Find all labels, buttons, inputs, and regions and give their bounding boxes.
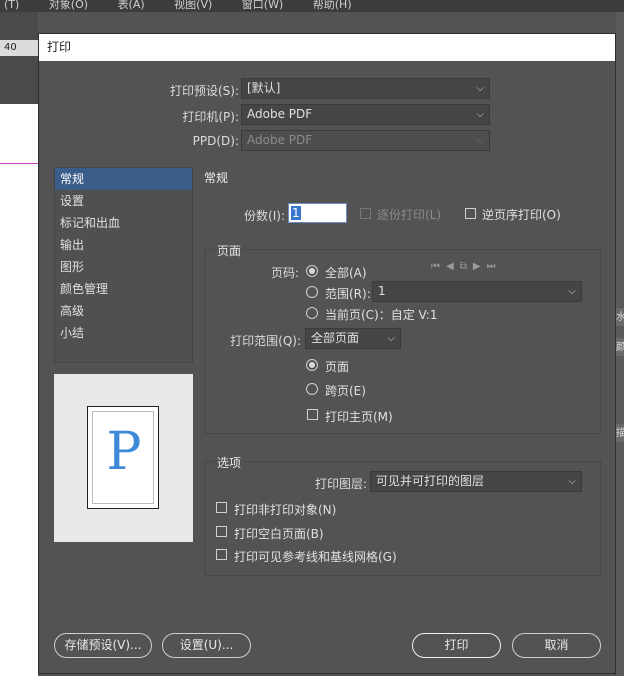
pages-option-radio[interactable] xyxy=(306,359,318,371)
menu-item[interactable]: (T) xyxy=(4,0,19,11)
menu-item-object[interactable]: 对象(O) xyxy=(49,0,88,11)
chevron-down-icon: ⌵ xyxy=(568,476,576,487)
preset-value: [默认] xyxy=(247,81,281,95)
category-graphics[interactable]: 图形 xyxy=(55,256,192,278)
menu-item-help[interactable]: 帮助(H) xyxy=(313,0,352,11)
category-summary[interactable]: 小结 xyxy=(55,322,192,344)
collate-checkbox xyxy=(360,208,371,219)
print-master-pages-checkbox[interactable] xyxy=(307,409,318,420)
copies-label: 份数(I): xyxy=(244,209,285,223)
next-page-icon[interactable]: ▶ xyxy=(473,261,487,272)
cancel-button[interactable]: 取消 xyxy=(512,633,601,658)
spread-icon[interactable]: ⧉ xyxy=(460,261,473,272)
preview-margin: P xyxy=(92,411,154,504)
category-general[interactable]: 常规 xyxy=(55,168,192,190)
print-guides-checkbox[interactable] xyxy=(216,549,227,560)
print-guides-label: 打印可见参考线和基线网格(G) xyxy=(234,550,397,564)
all-pages-radio[interactable] xyxy=(306,265,318,277)
chevron-down-icon: ⌵ xyxy=(476,135,484,146)
copies-value: 1 xyxy=(291,206,301,220)
preset-select[interactable]: [默认] ⌵ xyxy=(241,78,490,99)
reverse-order-checkbox[interactable] xyxy=(465,208,476,219)
print-range-select[interactable]: 全部页面 ⌵ xyxy=(305,328,401,349)
category-advanced[interactable]: 高级 xyxy=(55,300,192,322)
print-button[interactable]: 打印 xyxy=(412,633,501,658)
spreads-option-radio[interactable] xyxy=(306,383,318,395)
collate-label: 逐份打印(L) xyxy=(377,208,442,222)
category-output[interactable]: 输出 xyxy=(55,234,192,256)
print-layers-label: 打印图层: xyxy=(314,477,367,491)
pages-group-title: 页面 xyxy=(214,242,245,259)
current-page-radio[interactable] xyxy=(306,307,318,319)
category-list: 常规 设置 标记和出血 输出 图形 颜色管理 高级 小结 xyxy=(54,167,193,363)
print-range-label: 打印范围(Q): xyxy=(230,334,301,348)
dialog-title: 打印 xyxy=(39,34,615,61)
category-color-management[interactable]: 颜色管理 xyxy=(55,278,192,300)
save-preset-button[interactable]: 存储预设(V)... xyxy=(54,633,152,658)
last-page-icon[interactable]: ⏭ xyxy=(487,261,502,272)
preview-page: P xyxy=(87,406,159,509)
menu-item-table[interactable]: 表(A) xyxy=(118,0,145,11)
ppd-label: PPD(D): xyxy=(192,134,239,148)
ruler: 40 xyxy=(0,40,38,56)
copies-input[interactable]: 1 xyxy=(288,203,347,223)
side-panel-tab[interactable]: 颜 xyxy=(616,338,624,356)
reverse-order-label: 逆页序打印(O) xyxy=(482,208,561,222)
print-range-value: 全部页面 xyxy=(311,331,360,345)
options-group-title: 选项 xyxy=(214,454,245,471)
side-panel-tab[interactable]: 描 xyxy=(616,424,624,442)
printer-select[interactable]: Adobe PDF ⌵ xyxy=(241,104,490,125)
print-master-pages-label: 打印主页(M) xyxy=(325,410,393,424)
print-blank-pages-checkbox[interactable] xyxy=(216,526,227,537)
preset-label: 打印预设(S): xyxy=(169,84,239,98)
print-blank-pages-label: 打印空白页面(B) xyxy=(234,527,324,541)
ppd-value: Adobe PDF xyxy=(247,133,313,147)
menu-item-window[interactable]: 窗口(W) xyxy=(242,0,283,11)
menu-item-view[interactable]: 视图(V) xyxy=(174,0,212,11)
margin-guide xyxy=(0,163,38,164)
setup-button[interactable]: 设置(U)... xyxy=(162,633,251,658)
previous-page-icon[interactable]: ◀ xyxy=(446,261,460,272)
pages-option-label: 页面 xyxy=(325,360,350,374)
chevron-down-icon: ⌵ xyxy=(476,109,484,120)
printer-label: 打印机(P): xyxy=(182,110,239,124)
print-non-printing-label: 打印非打印对象(N) xyxy=(234,503,337,517)
range-value: 1 xyxy=(378,284,386,298)
printer-value: Adobe PDF xyxy=(247,107,313,121)
chevron-down-icon[interactable]: ⌵ xyxy=(568,282,576,301)
print-layers-value: 可见并可打印的图层 xyxy=(376,474,485,488)
category-setup[interactable]: 设置 xyxy=(55,190,192,212)
document-canvas xyxy=(0,104,38,676)
app-background-right: 水 颜 描 xyxy=(616,12,624,676)
first-page-icon[interactable]: ⏮ xyxy=(431,261,446,272)
ppd-select: Adobe PDF ⌵ xyxy=(241,130,490,151)
page-navigation-icons: ⏮◀⧉▶⏭ xyxy=(431,261,502,272)
range-radio[interactable] xyxy=(306,286,318,298)
page-preview: P xyxy=(54,374,193,542)
page-number-label: 页码: xyxy=(270,266,299,280)
print-dialog: 打印 打印预设(S): [默认] ⌵ 打印机(P): Adobe PDF ⌵ P… xyxy=(38,33,616,674)
all-pages-label: 全部(A) xyxy=(325,266,367,280)
section-title: 常规 xyxy=(204,171,229,185)
range-input[interactable]: 1 ⌵ xyxy=(372,281,582,302)
spreads-option-label: 跨页(E) xyxy=(325,384,366,398)
print-non-printing-checkbox[interactable] xyxy=(216,502,227,513)
chevron-down-icon: ⌵ xyxy=(476,83,484,94)
current-page-label: 当前页(C)：自定 V:1 xyxy=(325,308,438,322)
side-panel-tab[interactable]: 水 xyxy=(616,308,624,326)
category-marks-bleed[interactable]: 标记和出血 xyxy=(55,212,192,234)
preview-letter: P xyxy=(106,422,142,482)
app-menubar: (T) 对象(O) 表(A) 视图(V) 窗口(W) 帮助(H) xyxy=(0,0,624,12)
range-label: 范围(R): xyxy=(325,287,371,301)
chevron-down-icon: ⌵ xyxy=(387,333,395,344)
print-layers-select[interactable]: 可见并可打印的图层 ⌵ xyxy=(370,471,582,492)
